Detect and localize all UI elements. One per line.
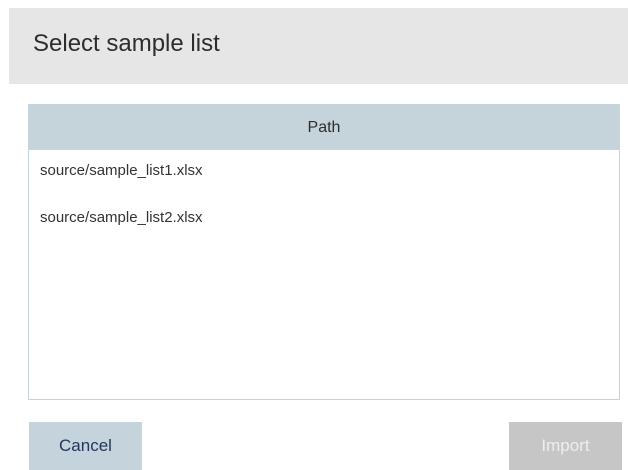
file-path-cell: source/sample_list1.xlsx [40,162,203,179]
table-row[interactable]: source/sample_list2.xlsx [29,197,619,237]
sample-list-table: Path source/sample_list1.xlsx source/sam… [28,104,620,400]
column-header-path: Path [307,118,341,136]
dialog-title: Select sample list [33,30,220,57]
table-row[interactable]: source/sample_list1.xlsx [29,150,619,190]
cancel-button[interactable]: Cancel [29,422,142,470]
dialog-title-bar: Select sample list [9,8,628,84]
file-path-cell: source/sample_list2.xlsx [40,209,203,226]
table-header: Path [29,105,619,150]
import-button[interactable]: Import [509,422,622,470]
